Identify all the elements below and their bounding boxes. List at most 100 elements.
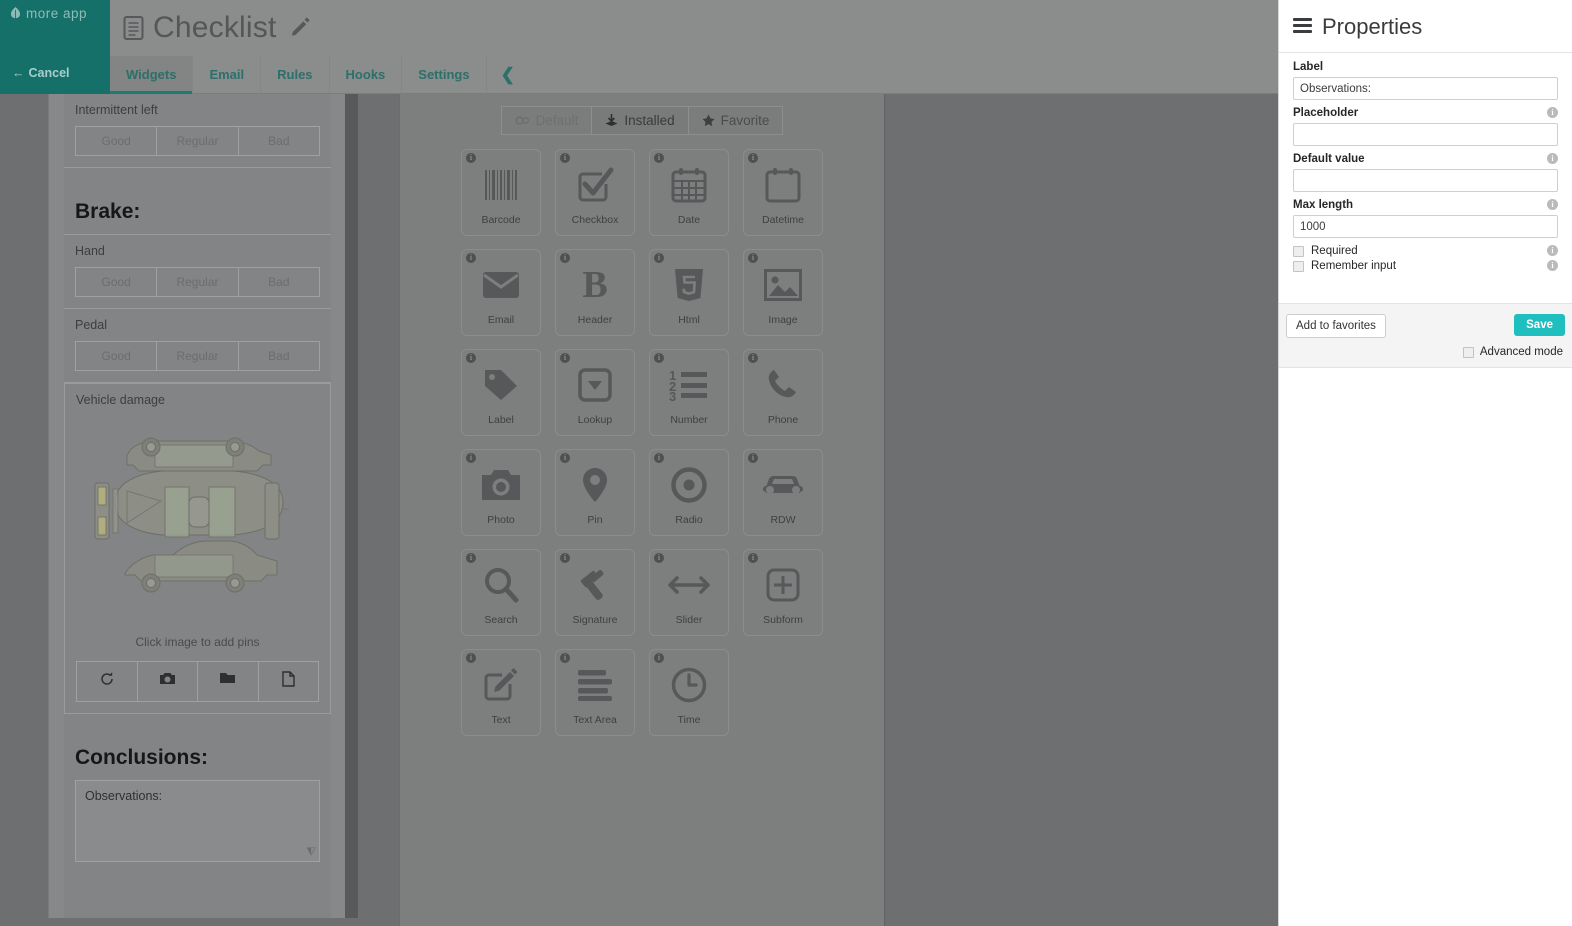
info-icon[interactable]: i (654, 653, 664, 663)
vehicle-diagram[interactable] (76, 416, 319, 626)
radio-option-good[interactable]: Good (76, 268, 158, 296)
save-button[interactable]: Save (1514, 314, 1565, 336)
info-icon[interactable]: i (1547, 245, 1558, 256)
hamburger-icon[interactable] (1293, 18, 1312, 36)
info-icon[interactable]: i (466, 153, 476, 163)
widget-tile-image[interactable]: i Image (743, 249, 823, 336)
radio-segment[interactable]: Good Regular Bad (75, 267, 320, 297)
default-value-input[interactable] (1293, 169, 1558, 192)
tab-rules[interactable]: Rules (261, 56, 330, 93)
widget-tile-date[interactable]: i Date (649, 149, 729, 236)
cancel-button[interactable]: ← Cancel (12, 66, 70, 80)
info-icon[interactable]: i (654, 253, 664, 263)
collapse-panel-button[interactable]: ❮ (487, 56, 529, 93)
info-icon[interactable]: i (560, 153, 570, 163)
info-icon[interactable]: i (654, 553, 664, 563)
observations-textarea[interactable]: Observations: ⧨ (75, 780, 320, 862)
widget-tile-subform[interactable]: i Subform (743, 549, 823, 636)
info-icon[interactable]: i (560, 353, 570, 363)
radio-option-regular[interactable]: Regular (157, 127, 239, 155)
tab-widgets[interactable]: Widgets (110, 56, 194, 94)
radio-option-bad[interactable]: Bad (239, 127, 319, 155)
info-icon[interactable]: i (466, 553, 476, 563)
max-length-input[interactable] (1293, 215, 1558, 238)
tab-email[interactable]: Email (193, 56, 262, 93)
rotate-button[interactable] (77, 662, 138, 701)
widget-tile-html[interactable]: i Html (649, 249, 729, 336)
info-icon[interactable]: i (466, 453, 476, 463)
filter-default-button[interactable]: Default (500, 106, 592, 135)
filter-favorite-button[interactable]: Favorite (687, 106, 784, 135)
radio-option-good[interactable]: Good (76, 342, 158, 370)
radio-segment[interactable]: Good Regular Bad (75, 126, 320, 156)
label-input[interactable] (1293, 77, 1558, 100)
widget-tile-rdw[interactable]: i RDW (743, 449, 823, 536)
widget-tile-email[interactable]: i Email (461, 249, 541, 336)
required-checkbox[interactable] (1293, 245, 1304, 257)
info-icon[interactable]: i (654, 353, 664, 363)
preview-scrollbar-thumb[interactable] (345, 94, 358, 918)
remember-input-checkbox[interactable] (1293, 260, 1304, 272)
field-hand[interactable]: Hand Good Regular Bad (64, 234, 331, 309)
info-icon[interactable]: i (748, 153, 758, 163)
widget-tile-datetime[interactable]: i Datetime (743, 149, 823, 236)
info-icon[interactable]: i (560, 653, 570, 663)
advanced-mode-checkbox[interactable] (1462, 346, 1474, 358)
field-intermittent-left[interactable]: Intermittent left Good Regular Bad (64, 94, 331, 168)
radio-option-bad[interactable]: Bad (239, 268, 319, 296)
info-icon[interactable]: i (1547, 153, 1558, 164)
info-icon[interactable]: i (654, 453, 664, 463)
tab-settings[interactable]: Settings (402, 56, 487, 93)
info-icon[interactable]: i (748, 553, 758, 563)
widget-tile-text-area[interactable]: i Text Area (555, 649, 635, 736)
placeholder-input[interactable] (1293, 123, 1558, 146)
field-observations[interactable]: Observations: ⧨ (64, 780, 331, 873)
widget-tile-phone[interactable]: i Phone (743, 349, 823, 436)
info-icon[interactable]: i (748, 453, 758, 463)
widget-tile-time[interactable]: i Time (649, 649, 729, 736)
field-pedal[interactable]: Pedal Good Regular Bad (64, 309, 331, 383)
info-icon[interactable]: i (1547, 260, 1558, 271)
widget-tile-search[interactable]: i Search (461, 549, 541, 636)
folder-button[interactable] (198, 662, 259, 701)
info-icon[interactable]: i (466, 353, 476, 363)
info-icon[interactable]: i (1547, 107, 1558, 118)
radio-option-regular[interactable]: Regular (157, 268, 239, 296)
field-vehicle-damage[interactable]: Vehicle damage (64, 383, 331, 626)
widget-tile-label[interactable]: i Label (461, 349, 541, 436)
info-icon[interactable]: i (560, 253, 570, 263)
camera-button[interactable] (138, 662, 198, 701)
info-icon[interactable]: i (560, 453, 570, 463)
form-preview-scroll[interactable]: Intermittent left Good Regular Bad Brake… (64, 94, 331, 918)
advanced-mode-row[interactable]: Advanced mode (1462, 346, 1563, 358)
info-icon[interactable]: i (466, 253, 476, 263)
add-to-favorites-button[interactable]: Add to favorites (1286, 314, 1386, 338)
widget-tile-pin[interactable]: i Pin (555, 449, 635, 536)
radio-option-bad[interactable]: Bad (239, 342, 319, 370)
widget-tile-number[interactable]: i 1 2 3 Number (649, 349, 729, 436)
preview-scrollbar[interactable] (345, 94, 358, 918)
info-icon[interactable]: i (748, 353, 758, 363)
info-icon[interactable]: i (748, 253, 758, 263)
info-icon[interactable]: i (466, 653, 476, 663)
widget-tile-lookup[interactable]: i Lookup (555, 349, 635, 436)
radio-segment[interactable]: Good Regular Bad (75, 341, 320, 371)
checkbox-row-remember-input[interactable]: Remember input i (1293, 260, 1558, 272)
widget-tile-barcode[interactable]: i Barcode (461, 149, 541, 236)
brand-logo[interactable]: more app (9, 6, 87, 21)
widget-tile-radio[interactable]: i Radio (649, 449, 729, 536)
widget-tile-photo[interactable]: i Photo (461, 449, 541, 536)
filter-installed-button[interactable]: Installed (591, 106, 688, 135)
widget-tile-text[interactable]: i Text (461, 649, 541, 736)
widget-tile-header[interactable]: i B Header (555, 249, 635, 336)
radio-option-good[interactable]: Good (76, 127, 158, 155)
pencil-icon[interactable] (289, 16, 312, 40)
widget-tile-slider[interactable]: i Slider (649, 549, 729, 636)
checkbox-row-required[interactable]: Required i (1293, 245, 1558, 257)
widget-tile-checkbox[interactable]: i Checkbox (555, 149, 635, 236)
form-canvas-empty[interactable] (886, 94, 1278, 926)
info-icon[interactable]: i (1547, 199, 1558, 210)
info-icon[interactable]: i (560, 553, 570, 563)
info-icon[interactable]: i (654, 153, 664, 163)
file-button[interactable] (259, 662, 319, 701)
